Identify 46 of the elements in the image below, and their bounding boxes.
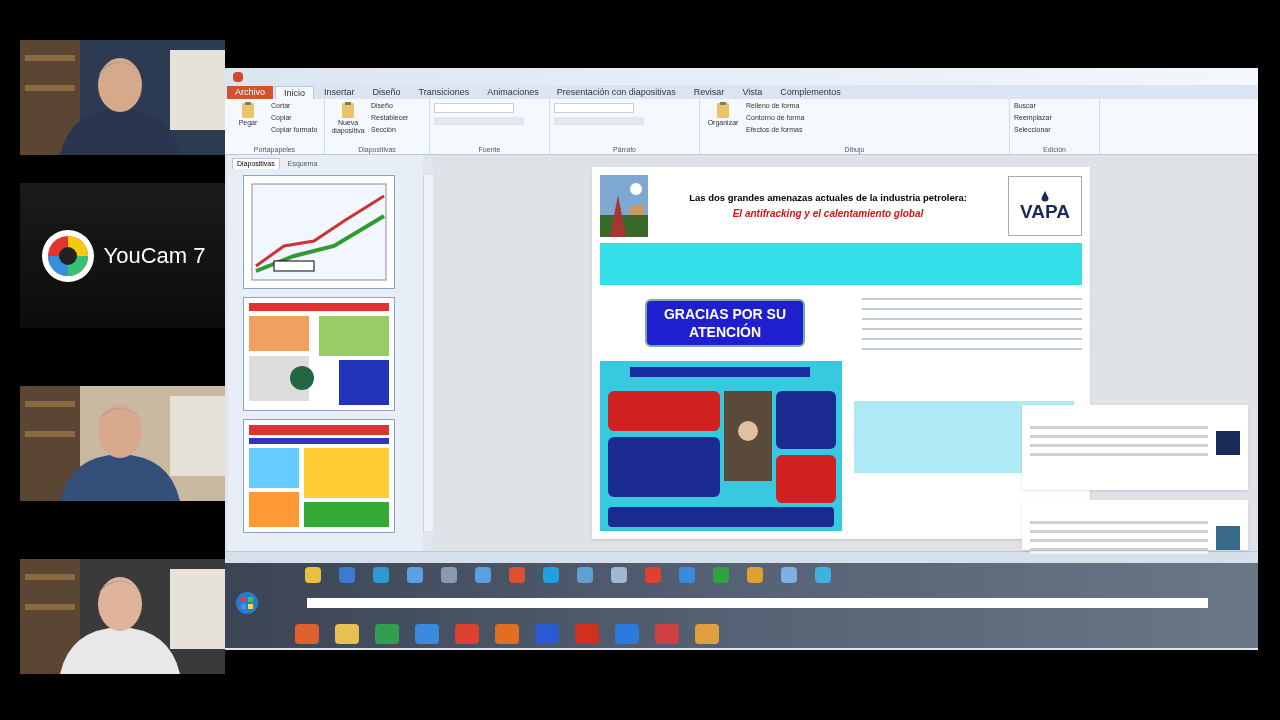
desktop-icon[interactable] xyxy=(815,567,831,584)
font-field[interactable] xyxy=(434,103,514,113)
ribbon-tab[interactable]: Vista xyxy=(734,86,771,99)
ribbon-tab[interactable]: Presentación con diapositivas xyxy=(548,86,684,99)
desktop-icon[interactable] xyxy=(441,567,457,584)
ribbon-tab[interactable]: Complementos xyxy=(772,86,849,99)
ribbon-tab[interactable]: Insertar xyxy=(316,86,363,99)
thumbnail-icon xyxy=(1216,526,1240,550)
ribbon-tab[interactable]: Animaciones xyxy=(479,86,547,99)
ribbon-tab[interactable]: Revisar xyxy=(685,86,733,99)
desktop-icon[interactable] xyxy=(781,567,797,584)
thanks-banner: GRACIAS POR SU ATENCIÓN xyxy=(645,299,805,347)
app-name: YouCam 7 xyxy=(103,242,206,270)
app-icon xyxy=(233,71,243,82)
taskbar-app-icon[interactable] xyxy=(295,623,319,644)
desktop-icon[interactable] xyxy=(577,567,593,584)
taskbar-app-icon[interactable] xyxy=(335,623,359,644)
slide-title: Las dos grandes amenazas actuales de la industria petrolera: xyxy=(689,191,967,206)
taskbar-app-icon[interactable] xyxy=(415,623,439,644)
taskbar-app-icon[interactable] xyxy=(495,623,519,644)
ribbon-tab[interactable]: Diseño xyxy=(364,86,409,99)
camera-lens-icon xyxy=(39,227,96,284)
desktop-icon[interactable] xyxy=(373,567,389,584)
desktop-icon[interactable] xyxy=(475,567,491,584)
notification-card[interactable] xyxy=(1022,405,1248,490)
desktop-icon[interactable] xyxy=(543,567,559,584)
ribbon-tab[interactable]: Transiciones xyxy=(410,86,478,99)
font-field[interactable] xyxy=(554,103,634,113)
taskbar-app-icon[interactable] xyxy=(695,623,719,644)
slide-subtitle: El antifracking y el calentamiento global xyxy=(732,206,924,221)
address-bar[interactable] xyxy=(307,598,1208,609)
ribbon-tab[interactable]: Inicio xyxy=(275,86,315,99)
taskbar-app-icon[interactable] xyxy=(375,623,399,644)
scroll-bar[interactable] xyxy=(423,175,433,531)
desktop-icon[interactable] xyxy=(611,567,627,584)
desktop-icon[interactable] xyxy=(407,567,423,584)
ribbon-tab[interactable]: Archivo xyxy=(227,86,273,99)
desktop-icon[interactable] xyxy=(747,567,763,584)
clipboard-icon xyxy=(239,101,257,119)
desktop-icon[interactable] xyxy=(305,567,321,584)
thumbnail-icon xyxy=(1216,431,1240,455)
water-drop-icon xyxy=(1041,190,1049,202)
start-button-icon[interactable] xyxy=(235,591,259,616)
clipboard-icon xyxy=(714,101,732,119)
clipboard-icon xyxy=(339,101,357,119)
logo-text: VAPA xyxy=(1020,201,1070,222)
